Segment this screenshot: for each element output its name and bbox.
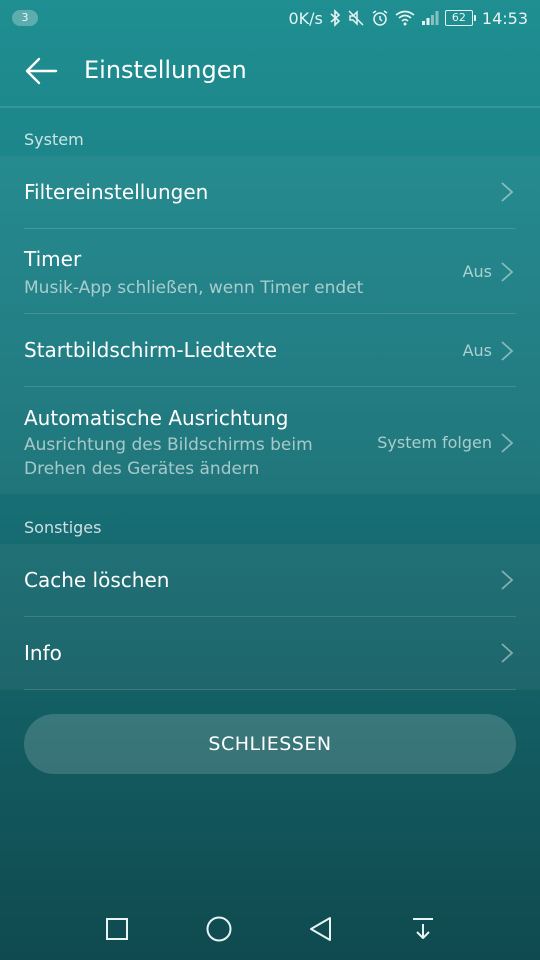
bluetooth-icon <box>330 9 341 27</box>
notification-count-badge: 3 <box>12 10 38 26</box>
timer-value: Aus <box>462 262 492 281</box>
alarm-icon <box>372 10 388 26</box>
status-bar: 3 0K/s 62 14:53 <box>0 0 540 36</box>
chevron-right-icon <box>501 341 514 361</box>
chevron-right-icon <box>501 262 514 282</box>
settings-item-clear-cache[interactable]: Cache löschen <box>0 544 540 617</box>
signal-icon <box>421 11 439 25</box>
chevron-right-icon <box>501 643 514 663</box>
section-header-system: System <box>24 130 84 149</box>
notification-pull-icon[interactable] <box>408 914 438 944</box>
settings-item-lockscreen-lyrics[interactable]: Startbildschirm-Liedtexte Aus <box>0 314 540 387</box>
settings-item-info[interactable]: Info <box>0 617 540 690</box>
network-speed: 0K/s <box>288 8 323 28</box>
settings-item-title: Automatische Ausrichtung <box>24 406 289 430</box>
arrow-left-icon[interactable] <box>24 56 58 86</box>
settings-item-timer[interactable]: Timer Musik-App schließen, wenn Timer en… <box>0 229 540 314</box>
settings-item-filter[interactable]: Filtereinstellungen <box>0 156 540 229</box>
triangle-back-icon[interactable] <box>306 914 336 944</box>
chevron-right-icon <box>501 433 514 453</box>
settings-item-title: Timer <box>24 247 82 271</box>
mute-icon <box>348 10 364 26</box>
chevron-right-icon <box>501 182 514 202</box>
settings-item-auto-rotate[interactable]: Automatische Ausrichtung Ausrichtung des… <box>0 387 540 494</box>
clock: 14:53 <box>481 8 528 28</box>
section-header-other: Sonstiges <box>24 518 102 537</box>
battery-icon: 62 <box>444 10 476 26</box>
settings-item-subtitle: Ausrichtung des Bildschirms beim Drehen … <box>24 435 313 479</box>
navigation-bar <box>0 900 540 960</box>
chevron-right-icon <box>501 570 514 590</box>
close-button[interactable]: SCHLIESSEN <box>24 714 516 774</box>
settings-item-title: Filtereinstellungen <box>24 180 209 204</box>
auto-rotate-value: System folgen <box>377 433 492 452</box>
app-bar: Einstellungen <box>0 36 540 108</box>
section-other: Cache löschen Info <box>0 544 540 690</box>
battery-level: 62 <box>444 10 473 26</box>
lyrics-value: Aus <box>462 341 492 360</box>
circle-icon[interactable] <box>204 914 234 944</box>
settings-item-title: Cache löschen <box>24 568 170 592</box>
section-system: Filtereinstellungen Timer Musik-App schl… <box>0 156 540 494</box>
status-icons: 0K/s 62 14:53 <box>288 6 528 30</box>
wifi-icon <box>395 10 415 26</box>
settings-item-title: Startbildschirm-Liedtexte <box>24 338 278 362</box>
settings-item-subtitle: Musik-App schließen, wenn Timer endet <box>24 278 364 298</box>
page-title: Einstellungen <box>84 56 247 84</box>
square-icon[interactable] <box>102 914 132 944</box>
settings-item-title: Info <box>24 641 62 665</box>
